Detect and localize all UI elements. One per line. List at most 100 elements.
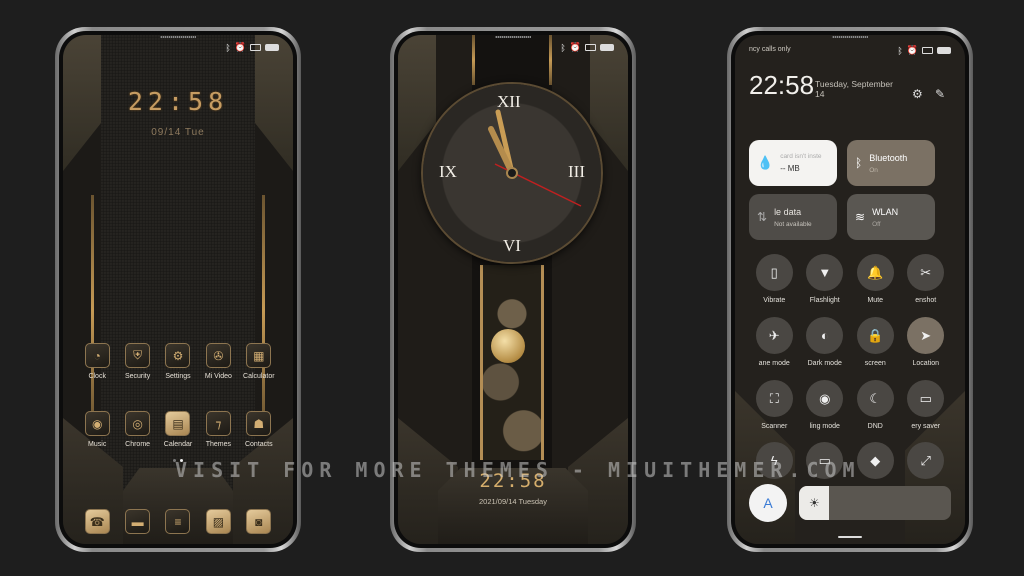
tile-sub: Off [872,220,881,228]
toggle-dark-mode[interactable]: ◐ Dark mode [800,317,851,367]
app-chrome[interactable]: ◎ Chrome [117,411,157,448]
shield-icon: ⛨ [125,343,151,368]
toggle-label: ery saver [911,423,941,430]
bluetooth-icon: ᛒ [225,42,231,53]
dock-camera[interactable]: ◙ [239,509,279,534]
toggle-label: Scanner [761,423,788,430]
toggle-label: screen [864,360,886,367]
dock-gallery[interactable]: ▨ [198,509,238,534]
date-line: 14 [815,89,825,99]
brightness-slider[interactable]: ☀ [799,486,951,520]
app-calendar[interactable]: ▤ Calendar [158,411,198,448]
tile-sub: On [869,166,878,174]
dock-notes[interactable]: ≡ [158,509,198,534]
app-row: ◔ Clock ⛨ Security ⚙ Settings ✇ Mi Video ▦ Ca… [77,343,279,380]
gear-icon: ⚙ [165,343,191,368]
pendulum [491,329,525,363]
date-line: Tuesday, September [815,79,893,89]
clock-widget-time[interactable]: 22:58 [63,87,293,116]
app-security[interactable]: ⛨ Security [117,343,157,380]
clock-center [506,167,518,179]
toggle-scanner[interactable]: ⛶ Scanner [749,380,800,430]
toggle-label: Mute [867,297,884,304]
quick-toggles: ▯ Vibrate ▼ Flashlight 🔔 Mute ✂ enshot [749,254,951,304]
toggle-location[interactable]: ➤ Location [901,317,952,367]
dock-phone[interactable]: ☎ [77,509,117,534]
toggle-mute[interactable]: 🔔 Mute [850,254,901,304]
notes-icon: ≡ [165,509,191,534]
auto-brightness-button[interactable]: A [749,484,787,522]
tile-title: le data [774,206,802,217]
app-contacts[interactable]: ☗ Contacts [239,411,279,448]
location-arrow-icon: ➤ [907,317,945,354]
toggle-label: ane mode [758,360,790,367]
app-label: Contacts [244,441,273,448]
app-mi-video[interactable]: ✇ Mi Video [198,343,238,380]
film-reel-icon: ✇ [205,343,231,368]
app-label: Calendar [163,441,193,448]
speaker-grille [832,36,868,38]
toggle-label: DND [867,423,883,430]
toggle-label: Flashlight [809,297,840,304]
app-music[interactable]: ◉ Music [77,411,117,448]
toggle-battery-saver[interactable]: ▭ ery saver [901,380,952,430]
person-icon: ☗ [246,411,272,436]
home-indicator[interactable] [838,536,862,538]
app-calculator[interactable]: ▦ Calculator [239,343,279,380]
toggle-flashlight[interactable]: ▼ Flashlight [800,254,851,304]
vibrate-icon: ▯ [755,254,793,291]
alarm-icon: ⏰ [906,45,918,55]
toggle-label: Vibrate [763,297,786,304]
dock-messages[interactable]: ▬ [117,509,157,534]
message-icon: ▬ [125,509,151,534]
speaker-grille [160,36,196,38]
lock-icon: 🔒 [856,317,894,354]
status-bar: ᛒ ⏰ [225,42,279,53]
app-label: Chrome [125,441,151,448]
bluetooth-icon: ᛒ [855,156,863,170]
tile-wlan[interactable]: ≋ WLAN Off [847,194,935,240]
tile-data-usage[interactable]: 💧 card isn't inste -- MB [749,140,837,186]
speaker-icon: ◉ [84,411,110,436]
cast-icon [585,44,596,51]
carrier-text: ncy calls only [749,46,791,53]
toggle-auto-rotate[interactable]: ⤢ [901,442,952,479]
status-bar: ᛒ ⏰ [897,45,951,56]
app-settings[interactable]: ⚙ Settings [158,343,198,380]
cc-date: Tuesday, September 14 [815,79,905,99]
toggle-lock-screen[interactable]: 🔒 screen [850,317,901,367]
tile-sub: -- MB [780,164,800,173]
bluetooth-icon: ᛒ [897,45,903,56]
gold-rail [549,35,552,85]
tile-mobile-data[interactable]: ⇅ le data Not available [749,194,837,240]
tile-bluetooth[interactable]: ᛒ Bluetooth On [847,140,935,186]
clock-widget-date: 09/14 Tue [151,127,205,138]
app-themes[interactable]: ⁊ Themes [198,411,238,448]
moon-icon: ☾ [856,380,894,417]
gallery-icon: ▨ [205,509,231,534]
toggle-airplane[interactable]: ✈ ane mode [749,317,800,367]
airplane-icon: ✈ [755,317,793,354]
scissors-icon: ✂ [907,254,945,291]
status-bar: ᛒ ⏰ [560,42,614,53]
edit-icon[interactable]: ✎ [935,87,945,101]
chrome-icon: ◎ [125,411,151,436]
battery-icon [265,44,279,51]
toggle-reading-mode[interactable]: ◉ ling mode [800,380,851,430]
wifi-icon: ≋ [855,210,866,224]
eye-icon: ◉ [806,380,844,417]
settings-icon[interactable]: ⚙ [912,87,923,101]
app-label: Security [124,373,151,380]
app-label: Clock [88,373,106,380]
expand-icon: ⤢ [907,442,945,479]
toggle-dnd[interactable]: ☾ DND [850,380,901,430]
phone-icon: ☎ [84,509,110,534]
mobile-data-icon: ⇅ [757,210,768,224]
toggle-screenshot[interactable]: ✂ enshot [901,254,952,304]
speaker-grille [495,36,531,38]
gold-rail [472,35,475,85]
app-label: Mi Video [204,373,232,380]
cast-icon [250,44,261,51]
toggle-vibrate[interactable]: ▯ Vibrate [749,254,800,304]
app-clock[interactable]: ◔ Clock [77,343,117,380]
